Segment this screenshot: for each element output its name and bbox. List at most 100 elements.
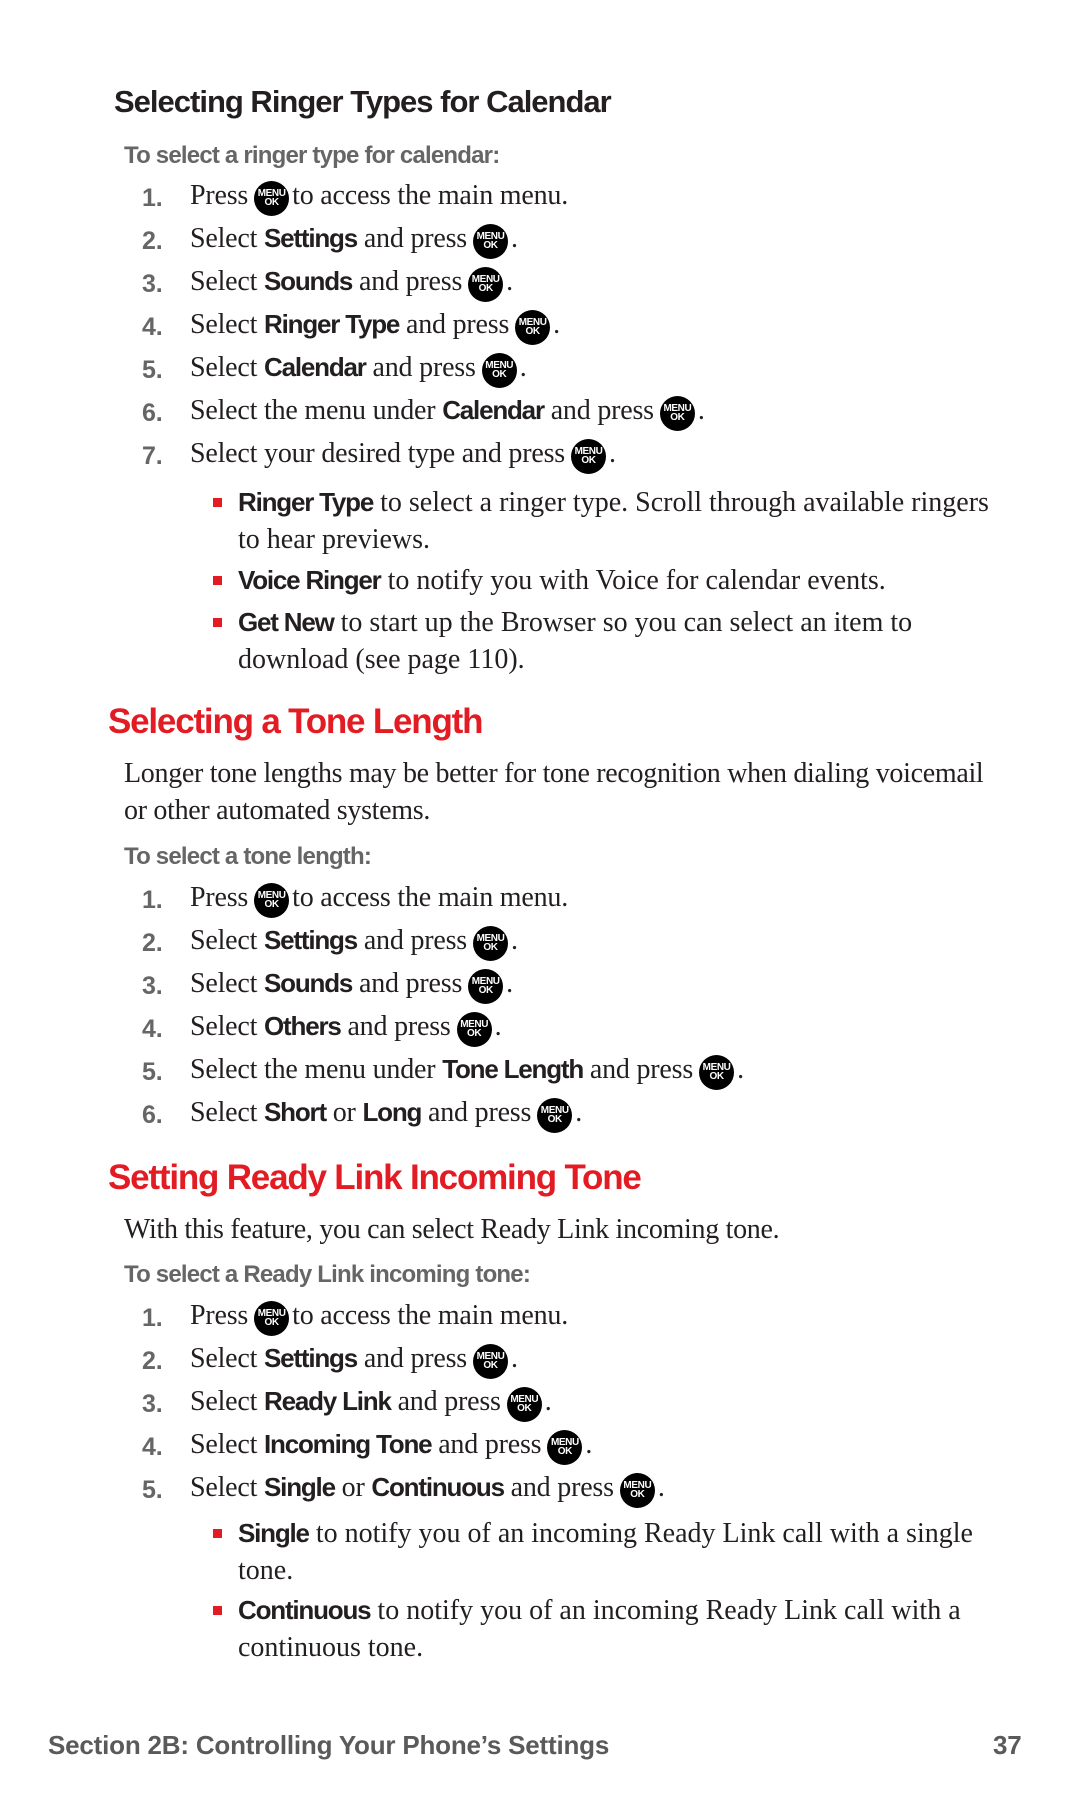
step-item: 2. Select Settings and press MENU OK. xyxy=(142,221,518,261)
ok-key-label: OK xyxy=(478,985,494,997)
step-number: 3. xyxy=(142,1389,163,1418)
menu-ok-key-icon: MENU OK xyxy=(468,968,504,1004)
menu-option-name: Long xyxy=(362,1097,422,1128)
step-number: 4. xyxy=(142,1432,163,1461)
ok-key-label: OK xyxy=(525,326,541,338)
menu-ok-key-icon: MENU OK xyxy=(506,1386,542,1422)
bullet-text: Get New to start up the Browser so you c… xyxy=(238,604,993,678)
menu-option-name: Tone Length xyxy=(442,1054,584,1085)
step-text-pre: Press xyxy=(190,882,249,914)
step-text-pre: Select xyxy=(190,1429,258,1461)
step-number: 3. xyxy=(142,971,163,1000)
step-text-pre: Select xyxy=(190,1386,258,1418)
step-item: 2. Select Settings and press MENU OK. xyxy=(142,1341,518,1381)
step-item: 2. Select Settings and press MENU OK. xyxy=(142,923,518,963)
bullet-square-icon xyxy=(213,1606,222,1615)
step-text: Select the menu under Calendar and press… xyxy=(190,395,705,431)
ok-key-label: OK xyxy=(492,369,507,381)
menu-ok-key-icon: MENU OK xyxy=(473,1343,508,1379)
menu-ok-key-icon: MENU OK xyxy=(659,395,695,431)
option-bullet-item: Ringer Type to select a ringer type. Scr… xyxy=(213,484,993,558)
step-text-pre: Select the menu under xyxy=(190,1054,436,1086)
ok-key-label: OK xyxy=(557,1446,573,1458)
step-text-pre: Select your desired type and press xyxy=(190,438,565,470)
step-number: 7. xyxy=(142,441,163,470)
menu-ok-key-icon: MENU OK xyxy=(254,180,290,216)
step-end-punct: . xyxy=(544,1386,552,1418)
step-item: 4. Select Others and press MENU OK. xyxy=(142,1009,502,1049)
step-end-punct: . xyxy=(494,1011,502,1043)
step-text-post: and press xyxy=(363,925,467,957)
option-name: Continuous xyxy=(238,1595,372,1625)
option-name: Get New xyxy=(238,607,335,637)
step-end-punct: . xyxy=(608,438,616,470)
step-number: 2. xyxy=(142,1346,163,1375)
step-item: 3. Select Sounds and press MENU OK. xyxy=(142,264,513,304)
step-number: 1. xyxy=(142,183,163,212)
step-end-punct: . xyxy=(506,266,513,298)
step-text-pre: Select xyxy=(190,1472,258,1504)
menu-option-name: Incoming Tone xyxy=(264,1429,433,1460)
step-item: 4. Select Incoming Tone and press MENU OK. xyxy=(142,1427,592,1467)
step-text: Press MENU OK to access the main menu. xyxy=(190,180,568,216)
menu-option-name: Settings xyxy=(264,925,358,956)
step-text: Select Sounds and press MENU OK. xyxy=(190,968,513,1004)
menu-ok-key-icon: MENU OK xyxy=(481,352,517,388)
option-name: Voice Ringer xyxy=(238,565,382,595)
step-end-punct: . xyxy=(506,968,513,1000)
menu-option-name: Ringer Type xyxy=(264,309,400,340)
menu-ok-key-icon: MENU OK xyxy=(699,1054,735,1090)
step-text-pre: Select xyxy=(190,352,258,384)
ok-key-label: OK xyxy=(264,197,280,209)
step-text: Select Calendar and press MENU OK. xyxy=(190,352,527,388)
option-description: to notify you of an incoming Ready Link … xyxy=(238,1518,973,1586)
menu-option-name: Settings xyxy=(264,223,358,254)
menu-ok-key-icon: MENU OK xyxy=(537,1097,573,1133)
ok-key-label: OK xyxy=(264,899,280,911)
menu-option-name: Continuous xyxy=(371,1472,505,1503)
step-text-post: and press xyxy=(550,395,654,427)
ok-key-label: OK xyxy=(483,240,498,252)
step-number: 1. xyxy=(142,1303,163,1332)
step-text: Press MENU OK to access the main menu. xyxy=(190,882,568,918)
step-text-post: and press xyxy=(358,266,463,298)
ok-key-label: OK xyxy=(483,942,498,954)
menu-ok-key-icon: MENU OK xyxy=(473,925,508,961)
step-text-post: and press xyxy=(358,968,463,1000)
bullet-square-icon xyxy=(213,1529,222,1538)
menu-option-name: Sounds xyxy=(264,266,353,297)
step-item: 3. Select Sounds and press MENU OK. xyxy=(142,966,513,1006)
ok-key-label: OK xyxy=(478,283,494,295)
step-text-pre: Select xyxy=(190,309,258,341)
step-text: Select Settings and press MENU OK. xyxy=(190,925,518,961)
step-number: 4. xyxy=(142,312,163,341)
step-number: 2. xyxy=(142,226,163,255)
step-number: 5. xyxy=(142,355,163,384)
menu-ok-key-icon: MENU OK xyxy=(456,1011,492,1047)
menu-option-name: Sounds xyxy=(264,968,353,999)
step-text-post: to access the main menu. xyxy=(292,1300,569,1332)
ok-key-label: OK xyxy=(264,1317,280,1329)
option-name: Ringer Type xyxy=(238,487,374,517)
step-item: 1. Press MENU OK to access the main menu. xyxy=(142,880,568,920)
option-description: to start up the Browser so you can selec… xyxy=(238,607,913,675)
option-bullet-item: Get New to start up the Browser so you c… xyxy=(213,604,993,678)
menu-option-name: Calendar xyxy=(442,395,545,426)
step-item: 6. Select Short or Long and press MENU OK. xyxy=(142,1095,582,1135)
step-text-pre: Press xyxy=(190,180,249,212)
section-title: Selecting a Tone Length xyxy=(108,702,483,741)
step-text-pre: Select xyxy=(190,1011,258,1043)
step-number: 4. xyxy=(142,1014,163,1043)
ok-key-label: OK xyxy=(709,1071,724,1083)
menu-ok-key-icon: MENU OK xyxy=(473,223,508,259)
step-text-pre: Select xyxy=(190,1097,258,1129)
step-text-post: and press xyxy=(363,223,467,255)
step-number: 5. xyxy=(142,1475,163,1504)
step-text-mid: or xyxy=(341,1472,365,1504)
section-paragraph: Longer tone lengths may be better for to… xyxy=(124,758,984,826)
step-text-pre: Select the menu under xyxy=(190,395,436,427)
step-text: Select Settings and press MENU OK. xyxy=(190,223,518,259)
menu-ok-key-icon: MENU OK xyxy=(254,882,290,918)
step-text: Select Short or Long and press MENU OK. xyxy=(190,1097,582,1133)
step-text-pre: Press xyxy=(190,1300,249,1332)
